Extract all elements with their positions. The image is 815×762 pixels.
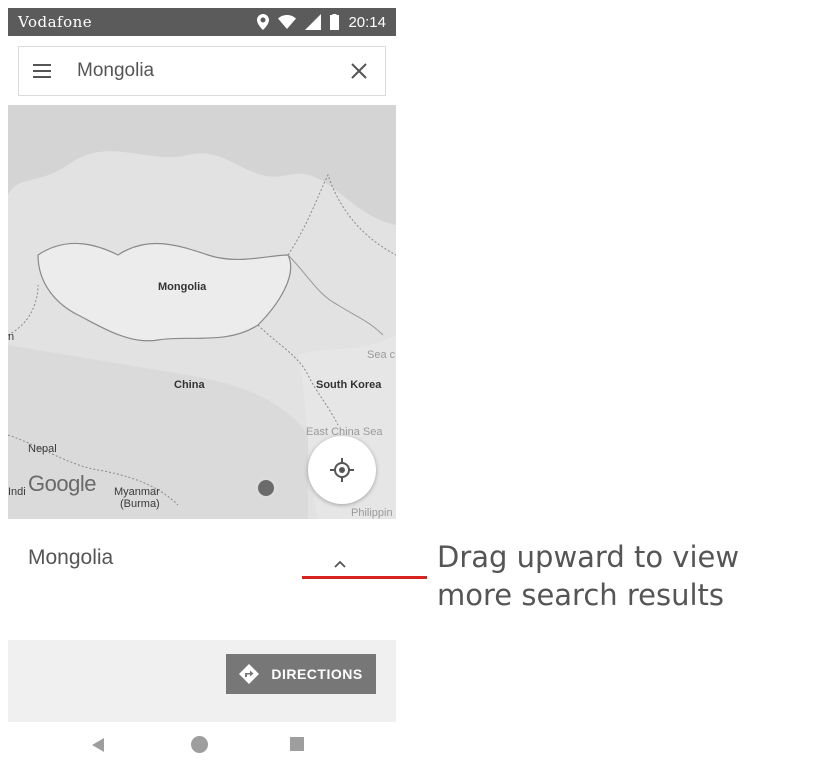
clock: 20:14 — [348, 13, 386, 31]
menu-icon[interactable] — [33, 64, 51, 78]
close-icon[interactable] — [339, 51, 379, 91]
recent-apps-icon[interactable] — [290, 737, 304, 751]
map-label-philippines-partial: Philippin — [351, 507, 393, 519]
map-label-china: China — [174, 379, 205, 391]
home-icon[interactable] — [191, 736, 208, 753]
map-label-mongolia: Mongolia — [158, 281, 207, 293]
google-logo: Google — [28, 471, 96, 496]
directions-button[interactable]: DIRECTIONS — [226, 654, 376, 694]
directions-icon — [239, 664, 260, 684]
phone-screen: Vodafone 20:14 Mongolia Mongolia China S… — [8, 8, 396, 762]
search-bar[interactable]: Mongolia — [18, 46, 386, 96]
map-label-burma: (Burma) — [120, 498, 160, 510]
current-location-dot — [255, 477, 277, 499]
map-label-sea-partial: Sea c — [367, 349, 396, 361]
bottom-panel: DIRECTIONS — [8, 640, 396, 722]
result-title: Mongolia — [28, 546, 114, 569]
search-input[interactable]: Mongolia — [77, 60, 339, 82]
status-icons: 20:14 — [257, 14, 386, 31]
back-icon[interactable] — [92, 738, 104, 752]
annotation-text: Drag upward to view more search results — [437, 540, 740, 612]
signal-icon — [305, 14, 322, 30]
map-label-south-korea: South Korea — [316, 379, 382, 391]
battery-icon — [330, 14, 340, 30]
location-icon — [257, 14, 270, 30]
directions-label: DIRECTIONS — [271, 666, 363, 682]
chevron-up-icon[interactable] — [328, 555, 352, 573]
map-label-myanmar: Myanmar — [114, 486, 160, 498]
annotation-pointer-line — [302, 576, 427, 579]
wifi-icon — [278, 15, 297, 29]
my-location-button[interactable] — [308, 436, 376, 504]
navigation-bar — [8, 726, 396, 762]
status-bar: Vodafone 20:14 — [8, 8, 396, 36]
carrier-name: Vodafone — [18, 13, 93, 31]
map-label-nepal: Nepal — [28, 443, 57, 455]
map-label-india-partial: Indi — [8, 486, 26, 498]
map-view[interactable]: Mongolia China South Korea East China Se… — [8, 105, 396, 519]
my-location-icon — [330, 458, 354, 482]
map-label-left-partial: n — [8, 331, 15, 343]
